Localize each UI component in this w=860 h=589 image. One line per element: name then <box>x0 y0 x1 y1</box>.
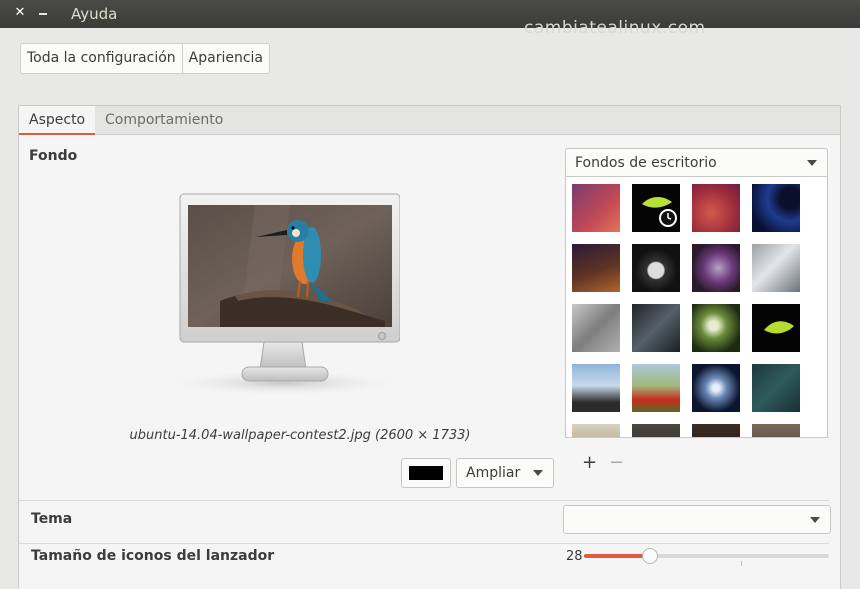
wallpaper-source-value: Fondos de escritorio <box>575 155 717 171</box>
scaling-mode-dropdown[interactable]: Ampliar <box>456 458 554 488</box>
scaling-mode-value: Ampliar <box>466 465 521 481</box>
slider-tick <box>741 561 742 566</box>
wallpaper-thumb[interactable] <box>752 184 800 232</box>
divider <box>19 500 829 501</box>
slider-fill <box>584 554 650 558</box>
chevron-down-icon <box>533 470 543 476</box>
tab-bar: Aspecto Comportamiento <box>19 106 840 135</box>
wallpaper-thumb[interactable] <box>692 244 740 292</box>
wallpaper-thumb[interactable] <box>572 244 620 292</box>
wallpaper-thumb[interactable] <box>752 244 800 292</box>
color-swatch <box>409 466 443 480</box>
grid-scrollbar[interactable] <box>824 177 827 437</box>
wallpaper-thumb[interactable] <box>572 304 620 352</box>
theme-label: Tema <box>31 511 73 527</box>
background-label: Fondo <box>29 148 78 164</box>
wallpaper-filename: ubuntu-14.04-wallpaper-contest2.jpg (260… <box>129 428 471 443</box>
wallpaper-source-dropdown[interactable]: Fondos de escritorio <box>565 148 828 178</box>
background-color-button[interactable] <box>401 458 451 488</box>
breadcrumb: Toda la configuración Apariencia <box>20 43 270 74</box>
tab-behavior[interactable]: Comportamiento <box>95 106 233 134</box>
wallpaper-thumb[interactable] <box>632 364 680 412</box>
wallpaper-thumb[interactable] <box>632 244 680 292</box>
wallpaper-thumb[interactable] <box>752 364 800 412</box>
window-title: Ayuda <box>71 5 118 23</box>
remove-wallpaper-button[interactable]: − <box>609 452 624 473</box>
wallpaper-thumb[interactable] <box>632 424 680 437</box>
wallpaper-thumb[interactable] <box>632 184 680 232</box>
wallpaper-preview-monitor <box>168 193 400 395</box>
leaf-icon <box>764 321 794 334</box>
wallpaper-thumb[interactable] <box>632 304 680 352</box>
wallpaper-thumb[interactable] <box>752 424 800 437</box>
wallpaper-grid[interactable] <box>565 176 828 438</box>
chevron-down-icon <box>810 517 820 523</box>
divider <box>19 543 829 544</box>
watermark: cambiatealinux.com <box>524 18 706 38</box>
breadcrumb-appearance[interactable]: Apariencia <box>181 44 269 73</box>
wallpaper-thumb[interactable] <box>692 184 740 232</box>
minimize-icon[interactable] <box>35 4 53 22</box>
clock-icon <box>642 197 677 227</box>
wallpaper-thumb[interactable] <box>692 304 740 352</box>
window-titlebar: ✕ Ayuda <box>0 0 860 28</box>
launcher-icon-size-slider[interactable] <box>584 548 829 564</box>
launcher-icon-size-label: Tamaño de iconos del lanzador <box>31 548 275 564</box>
theme-dropdown[interactable] <box>563 505 831 534</box>
tab-look[interactable]: Aspecto <box>19 106 96 135</box>
wallpaper-thumb[interactable] <box>752 304 800 352</box>
breadcrumb-all-settings[interactable]: Toda la configuración <box>21 44 182 73</box>
wallpaper-thumb[interactable] <box>572 424 620 437</box>
wallpaper-thumb[interactable] <box>572 364 620 412</box>
slider-handle[interactable] <box>642 548 658 564</box>
add-wallpaper-button[interactable]: + <box>582 452 597 473</box>
close-icon[interactable]: ✕ <box>11 4 29 22</box>
launcher-icon-size-value: 28 <box>566 549 583 564</box>
chevron-down-icon <box>807 160 817 166</box>
wallpaper-thumb[interactable] <box>692 424 740 437</box>
wallpaper-thumb[interactable] <box>692 364 740 412</box>
wallpaper-thumb[interactable] <box>572 184 620 232</box>
